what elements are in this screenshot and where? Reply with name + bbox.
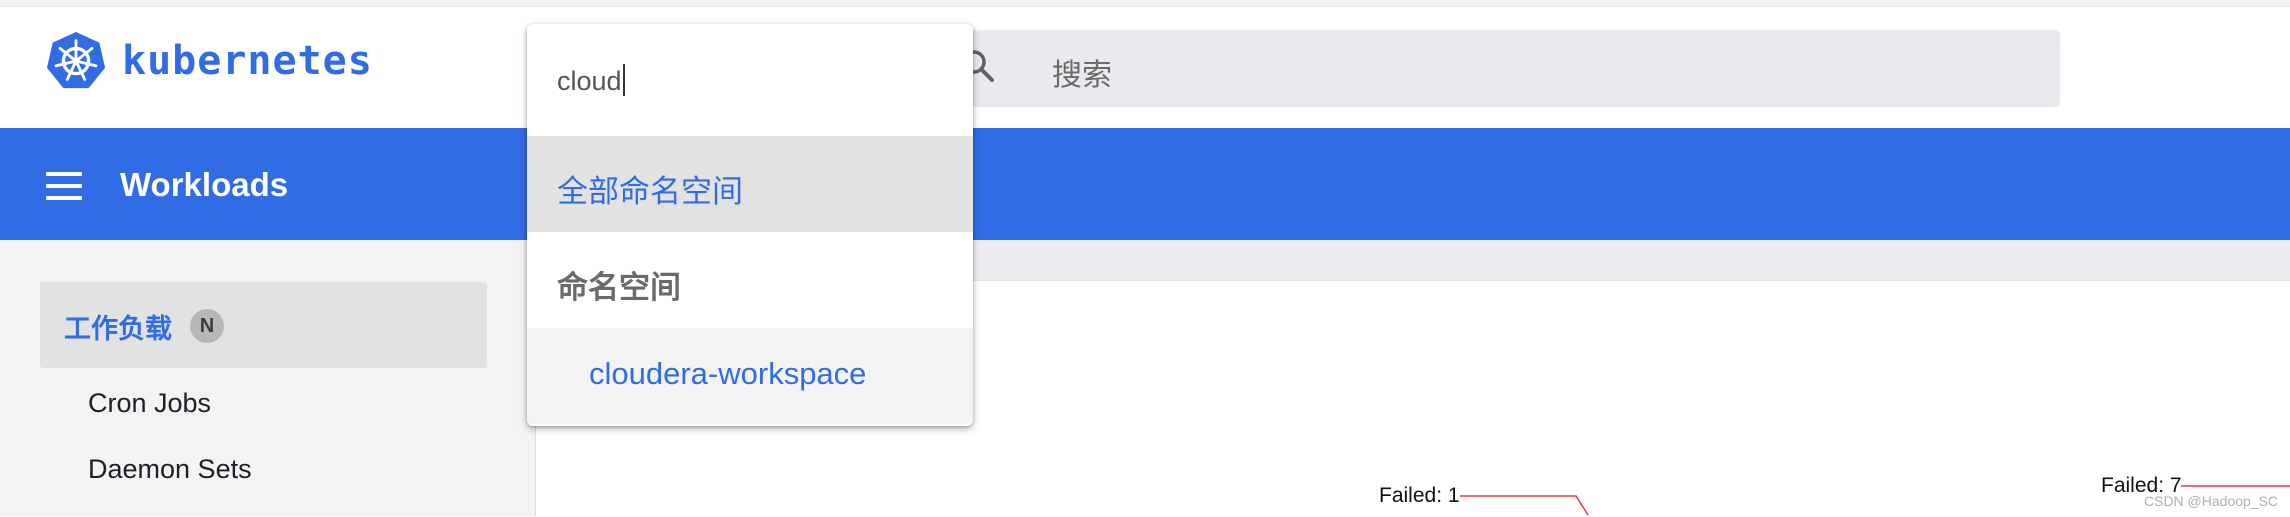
group-header-label: 命名空间 (557, 270, 681, 306)
option-cloudera-workspace[interactable]: cloudera-workspace (527, 328, 973, 424)
chart-leader-line (2181, 485, 2290, 487)
sidebar-group-label[interactable]: 工作负载 (64, 307, 172, 346)
namespace-filter-value: cloud (557, 66, 622, 96)
chart-leader-line (1460, 495, 1589, 516)
option-label: 全部命名空间 (557, 174, 743, 210)
sidebar-item-cron-jobs[interactable]: Cron Jobs (88, 388, 211, 419)
namespace-dropdown: cloud 全部命名空间 命名空间 cloudera-workspace (527, 24, 973, 426)
chart-label-failed: Failed: 1 (1379, 484, 1460, 507)
window-top-border (0, 0, 2290, 7)
brand-name[interactable]: kubernetes (122, 38, 373, 84)
option-label: cloudera-workspace (589, 356, 867, 391)
sidebar-item-daemon-sets[interactable]: Daemon Sets (88, 454, 252, 485)
namespace-filter-input[interactable]: cloud (527, 24, 973, 136)
option-all-namespaces[interactable]: 全部命名空间 (527, 136, 973, 232)
page-title: Workloads (120, 166, 289, 203)
namespace-group-header: 命名空间 (527, 232, 973, 328)
watermark: CSDN @Hadoop_SC (2144, 493, 2279, 509)
text-cursor (622, 64, 625, 96)
search-placeholder[interactable]: 搜索 (1052, 50, 1112, 94)
toolbar (0, 128, 2290, 240)
hamburger-menu-icon[interactable] (46, 172, 82, 200)
kubernetes-logo-icon[interactable] (45, 30, 107, 92)
namespace-badge: N (190, 309, 224, 343)
